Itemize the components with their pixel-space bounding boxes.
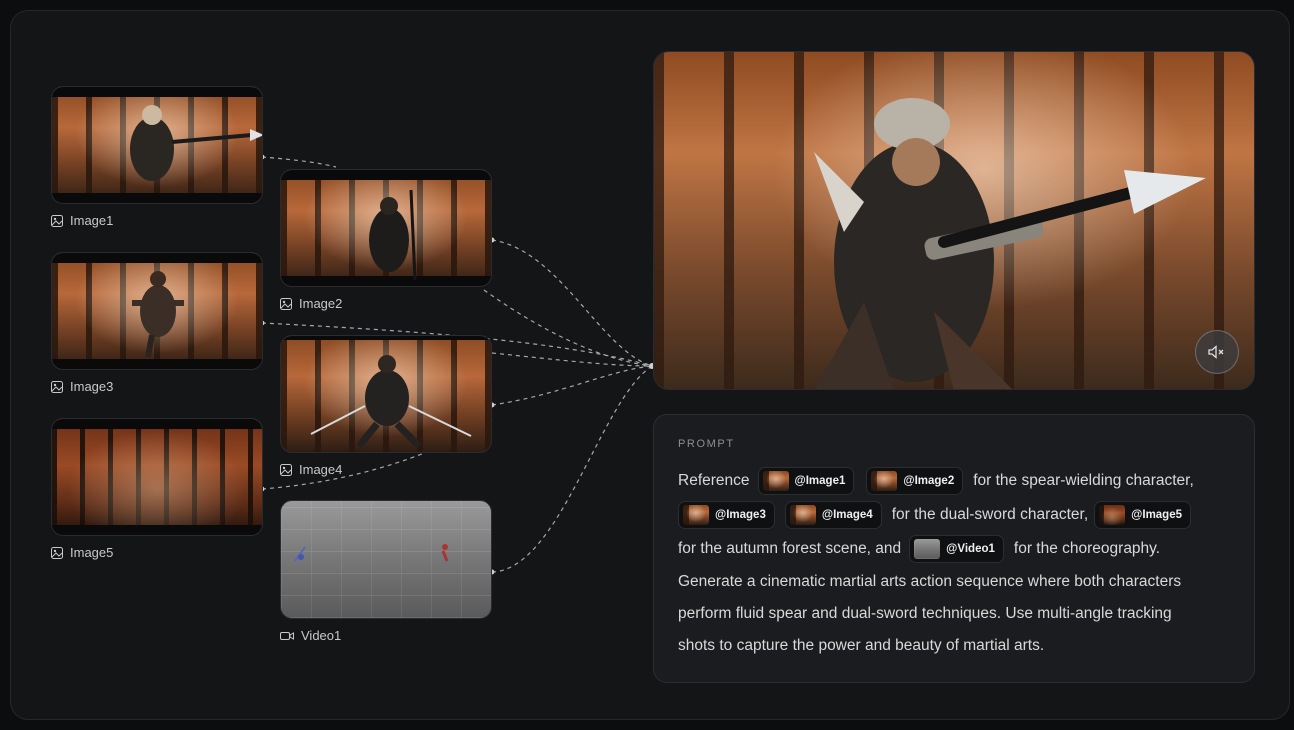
prompt-line-1: Reference @Image1 @Image2 for the spear-… [678, 467, 1194, 495]
reference-chip-video1[interactable]: @Video1 [909, 535, 1004, 563]
image3-label: Image3 [51, 379, 113, 394]
image4-label: Image4 [280, 462, 342, 477]
image5-label: Image5 [51, 545, 113, 560]
prompt-text: for the choreography. [1013, 540, 1161, 557]
prompt-card: PROMPT Reference @Image1 @Image2 for the… [653, 414, 1255, 683]
reference-chip-image3[interactable]: @Image3 [678, 501, 775, 529]
image-icon [280, 463, 292, 476]
prompt-text: for the dual-sword character, [891, 506, 1089, 523]
prompt-text: for the spear-wielding character, [973, 472, 1194, 489]
prompt-line-2: @Image3 @Image4 for the dual-sword chara… [678, 501, 1195, 529]
image-icon [51, 214, 63, 227]
image4-label-text: Image4 [299, 462, 343, 477]
image3-label-text: Image3 [70, 379, 114, 394]
image-icon [51, 380, 63, 393]
image2-label: Image2 [280, 296, 342, 311]
prompt-line-6: shots to capture the power and beauty of… [678, 637, 1045, 654]
mute-button[interactable] [1195, 330, 1239, 374]
prompt-text: Reference [678, 472, 750, 489]
output-video-preview[interactable] [653, 51, 1255, 390]
image3-thumbnail[interactable] [51, 252, 263, 370]
prompt-line-5: perform fluid spear and dual-sword techn… [678, 605, 1172, 622]
image5-thumbnail[interactable] [51, 418, 263, 536]
prompt-line-4: Generate a cinematic martial arts action… [678, 573, 1182, 590]
reference-chip-image4[interactable]: @Image4 [784, 501, 882, 529]
image1-label-text: Image1 [70, 213, 114, 228]
image5-label-text: Image5 [70, 545, 114, 560]
warrior-scene [814, 98, 1206, 389]
prompt-heading: PROMPT [678, 438, 735, 450]
reference-chip-image2[interactable]: @Image2 [866, 467, 964, 495]
reference-chip-image1[interactable]: @Image1 [757, 467, 855, 495]
image-icon [51, 546, 63, 559]
video-icon [280, 631, 294, 640]
speaker-muted-icon [1208, 345, 1224, 359]
video1-label: Video1 [280, 628, 341, 643]
image4-thumbnail[interactable] [280, 335, 492, 453]
image1-thumbnail[interactable] [51, 86, 263, 204]
prompt-text: for the autumn forest scene, and [678, 540, 902, 557]
prompt-line-3: for the autumn forest scene, and @Video1… [678, 535, 1160, 563]
video1-label-text: Video1 [301, 628, 342, 643]
image2-label-text: Image2 [299, 296, 343, 311]
image-icon [280, 297, 292, 310]
video1-thumbnail[interactable] [280, 500, 492, 619]
image1-label: Image1 [51, 213, 113, 228]
image2-thumbnail[interactable] [280, 169, 492, 287]
reference-chip-image5[interactable]: @Image5 [1094, 501, 1192, 529]
